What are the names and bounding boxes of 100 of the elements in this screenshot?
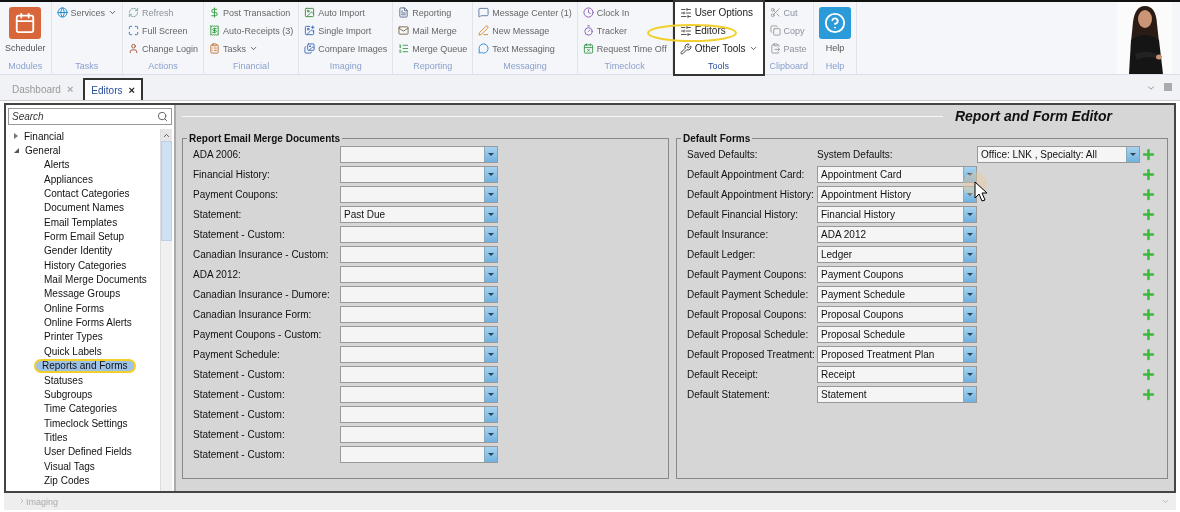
- tree-item[interactable]: General: [8, 143, 160, 158]
- ribbon-button[interactable]: Compare Images: [304, 40, 388, 57]
- ribbon-button[interactable]: Reporting: [398, 4, 468, 21]
- ribbon-button[interactable]: Single Import: [304, 22, 388, 39]
- add-icon[interactable]: [1141, 247, 1156, 262]
- ribbon-button[interactable]: Auto-Receipts (3): [209, 22, 294, 39]
- document-dropdown[interactable]: [340, 366, 498, 383]
- add-icon[interactable]: [1141, 287, 1156, 302]
- add-icon[interactable]: [1141, 327, 1156, 342]
- field-label: Statement - Custom:: [193, 449, 285, 460]
- expanded-icon[interactable]: [14, 148, 19, 153]
- office-dropdown[interactable]: Office: LNK , Specialty: All: [977, 146, 1140, 163]
- form-dropdown[interactable]: ADA 2012: [817, 226, 977, 243]
- document-dropdown[interactable]: [340, 386, 498, 403]
- tree-item[interactable]: Zip Codes: [8, 473, 160, 488]
- document-dropdown[interactable]: [340, 146, 498, 163]
- ribbon-button[interactable]: Other Tools: [679, 40, 758, 57]
- tree-item[interactable]: Quick Labels: [8, 344, 160, 359]
- ribbon-button[interactable]: Text Messaging: [478, 40, 572, 57]
- scrollbar[interactable]: [160, 129, 172, 491]
- ribbon-button[interactable]: Editors: [679, 22, 758, 39]
- field-label: Saved Defaults:: [687, 149, 758, 160]
- tree-item[interactable]: Timeclock Settings: [8, 415, 160, 431]
- close-button[interactable]: ×: [128, 84, 135, 96]
- document-dropdown[interactable]: [340, 306, 498, 323]
- add-icon[interactable]: [1141, 387, 1156, 402]
- ribbon-button[interactable]: Tracker: [582, 22, 667, 39]
- document-dropdown[interactable]: [340, 286, 498, 303]
- ribbon-button[interactable]: Services: [56, 4, 118, 21]
- form-dropdown[interactable]: Receipt: [817, 366, 977, 383]
- tree-item[interactable]: User Defined Fields: [8, 444, 160, 459]
- document-dropdown[interactable]: [340, 346, 498, 363]
- tree-item[interactable]: Document Names: [8, 200, 160, 216]
- tree-item[interactable]: History Categories: [8, 258, 160, 273]
- ribbon-button[interactable]: Post Transaction: [209, 4, 294, 21]
- add-icon[interactable]: [1141, 347, 1156, 362]
- search-field[interactable]: Search: [8, 108, 172, 125]
- tree-item[interactable]: Form Email Setup: [8, 229, 160, 244]
- tree-item[interactable]: Message Groups: [8, 286, 160, 302]
- dropdown-arrow-icon: [967, 293, 973, 296]
- add-icon[interactable]: [1141, 147, 1156, 162]
- tree-item[interactable]: Mail Merge Documents: [8, 272, 160, 287]
- ribbon-button[interactable]: Tasks: [209, 40, 294, 57]
- dropdown-arrow-icon: [967, 313, 973, 316]
- ribbon-button[interactable]: Change Login: [128, 40, 199, 57]
- tree-item[interactable]: Visual Tags: [8, 458, 160, 474]
- tree-item[interactable]: Statuses: [8, 372, 160, 388]
- tree-item[interactable]: Appliances: [8, 172, 160, 187]
- ribbon-button[interactable]: Auto Import: [304, 4, 388, 21]
- document-dropdown[interactable]: [340, 326, 498, 343]
- form-dropdown[interactable]: Proposal Coupons: [817, 306, 977, 323]
- add-icon[interactable]: [1141, 307, 1156, 322]
- document-dropdown[interactable]: [340, 246, 498, 263]
- ribbon-button[interactable]: Message Center (1): [478, 4, 572, 21]
- add-icon[interactable]: [1141, 227, 1156, 242]
- tree-item[interactable]: Gender Identity: [8, 243, 160, 259]
- add-icon[interactable]: [1141, 207, 1156, 222]
- document-tab[interactable]: Editors ×: [83, 78, 143, 100]
- tree-item[interactable]: Online Forms: [8, 301, 160, 316]
- form-dropdown[interactable]: Financial History: [817, 206, 977, 223]
- ribbon-button[interactable]: Mail Merge: [398, 22, 468, 39]
- form-dropdown[interactable]: Appointment History: [817, 186, 977, 203]
- pen-icon: [478, 25, 490, 36]
- form-dropdown[interactable]: Appointment Card: [817, 166, 977, 183]
- collapsed-icon[interactable]: [14, 133, 18, 140]
- document-dropdown[interactable]: [340, 266, 498, 283]
- ribbon-button[interactable]: Merge Queue: [398, 40, 468, 57]
- ribbon-button[interactable]: Clock In: [582, 4, 667, 21]
- document-dropdown[interactable]: [340, 446, 498, 463]
- tree-item[interactable]: Email Templates: [8, 215, 160, 230]
- tree-item[interactable]: Alerts: [8, 157, 160, 173]
- tree-item[interactable]: Online Forms Alerts: [8, 315, 160, 330]
- document-dropdown[interactable]: [340, 166, 498, 183]
- tree-item[interactable]: Time Categories: [8, 401, 160, 416]
- add-icon[interactable]: [1141, 167, 1156, 182]
- form-dropdown[interactable]: Statement: [817, 386, 977, 403]
- add-icon[interactable]: [1141, 267, 1156, 282]
- form-dropdown[interactable]: Proposed Treatment Plan: [817, 346, 977, 363]
- document-dropdown[interactable]: [340, 186, 498, 203]
- document-dropdown[interactable]: [340, 226, 498, 243]
- tree-item[interactable]: Subgroups: [8, 387, 160, 402]
- tree-item[interactable]: Contact Categories: [8, 186, 160, 201]
- add-icon[interactable]: [1141, 187, 1156, 202]
- ribbon-button[interactable]: Full Screen: [128, 22, 199, 39]
- ribbon-button[interactable]: User Options: [679, 4, 758, 21]
- ribbon-button[interactable]: New Message: [478, 22, 572, 39]
- caret-icon[interactable]: [1161, 497, 1170, 506]
- form-dropdown[interactable]: Ledger: [817, 246, 977, 263]
- ribbon-button[interactable]: Request Time Off: [582, 40, 667, 57]
- form-dropdown[interactable]: Proposal Schedule: [817, 326, 977, 343]
- form-dropdown[interactable]: Payment Coupons: [817, 266, 977, 283]
- tree-item[interactable]: Printer Types: [8, 329, 160, 345]
- caret-icon[interactable]: [1146, 83, 1156, 93]
- add-icon[interactable]: [1141, 367, 1156, 382]
- document-dropdown[interactable]: Past Due: [340, 206, 498, 223]
- document-dropdown[interactable]: [340, 406, 498, 423]
- document-dropdown[interactable]: [340, 426, 498, 443]
- tree-item[interactable]: Financial: [8, 129, 160, 144]
- tree-item[interactable]: Titles: [8, 430, 160, 445]
- form-dropdown[interactable]: Payment Schedule: [817, 286, 977, 303]
